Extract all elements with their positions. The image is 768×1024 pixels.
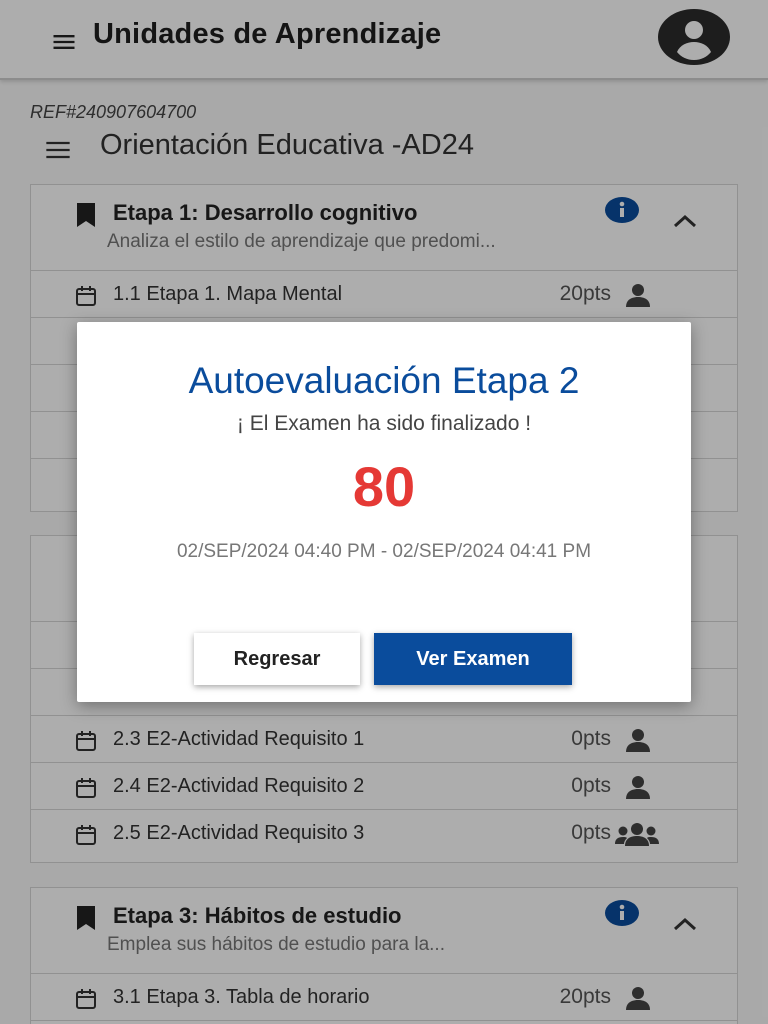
back-button[interactable]: Regresar bbox=[194, 633, 360, 685]
exam-result-dialog: Autoevaluación Etapa 2 ¡ El Examen ha si… bbox=[77, 322, 691, 702]
exam-dates: 02/SEP/2024 04:40 PM - 02/SEP/2024 04:41… bbox=[176, 541, 592, 562]
view-exam-button[interactable]: Ver Examen bbox=[374, 633, 572, 685]
dialog-subtitle: ¡ El Examen ha sido finalizado ! bbox=[236, 412, 532, 435]
exam-score: 80 bbox=[352, 455, 416, 518]
dialog-title: Autoevaluación Etapa 2 bbox=[188, 360, 580, 401]
